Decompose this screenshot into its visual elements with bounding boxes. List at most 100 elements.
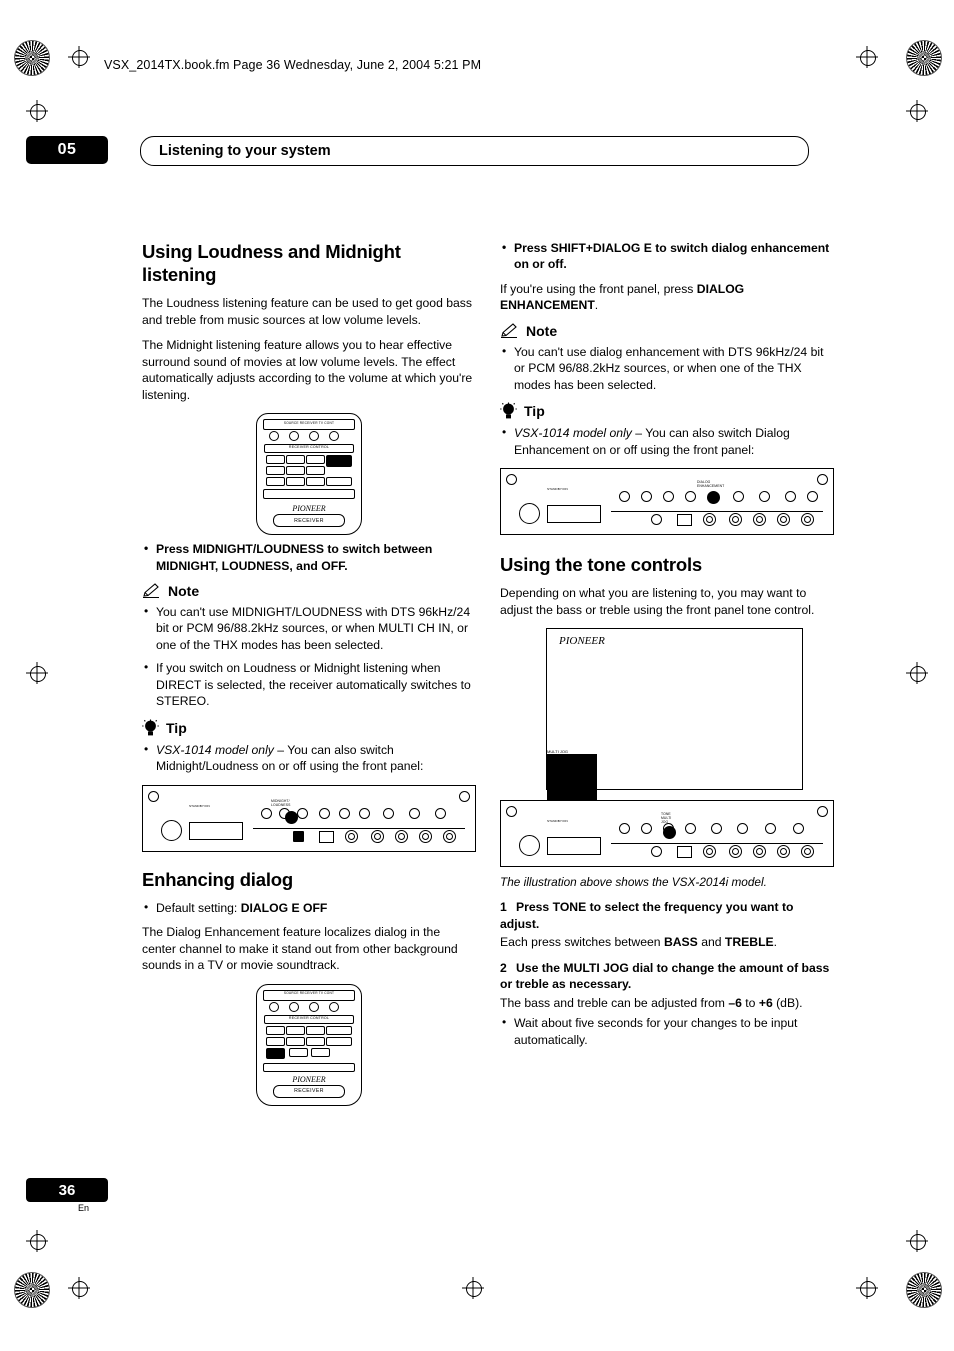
receiver-brand-wordmark: PIONEER bbox=[559, 635, 605, 648]
panel-knob-9 bbox=[435, 807, 446, 819]
receiver-small-knob-upper bbox=[547, 719, 565, 737]
paragraph-tone-controls: Depending on what you are listening to, … bbox=[500, 586, 815, 617]
step-1: 1 Press TONE to select the frequency you … bbox=[500, 899, 834, 932]
panel3-volume-knob bbox=[519, 835, 540, 857]
bullet-press-shift-dialog-e: Press SHIFT+DIALOG E to switch dialog en… bbox=[500, 239, 834, 273]
panel2-label-standby: STANDBY/ON bbox=[547, 487, 568, 492]
panel2-jack-2 bbox=[729, 513, 742, 527]
crop-mark-top-left bbox=[68, 46, 90, 68]
receiver-multi-jog-dial bbox=[547, 754, 597, 805]
remote-key-1 bbox=[266, 455, 285, 465]
pencil-icon bbox=[500, 323, 519, 339]
tip-list-left: VSX-1014 model only – You can also switc… bbox=[142, 741, 476, 775]
tip-label-right: Tip bbox=[524, 403, 545, 420]
remote2-key-8 bbox=[326, 1036, 352, 1046]
panel-knob-7 bbox=[383, 807, 394, 819]
crop-mark-left-upper bbox=[26, 100, 48, 122]
file-header-line: VSX_2014TX.book.fm Page 36 Wednesday, Ju… bbox=[104, 58, 482, 72]
panel-jack-5 bbox=[443, 829, 456, 843]
lightbulb-icon bbox=[500, 402, 517, 420]
crop-mark-left-lower bbox=[26, 1230, 48, 1252]
step-2-text: Use the MULTI JOG dial to change the amo… bbox=[500, 960, 830, 992]
panel2-jack-4 bbox=[777, 513, 790, 527]
receiver-front-illustration: PIONEER MULTI JOG bbox=[546, 628, 803, 805]
front-panel-illustration-midnight: STANDBY/ON MIDNIGHT/LOUDNESS bbox=[142, 784, 476, 852]
chapter-title: Listening to your system bbox=[159, 143, 331, 159]
remote-key-9 bbox=[286, 477, 305, 487]
document-page: VSX_2014TX.book.fm Page 36 Wednesday, Ju… bbox=[0, 0, 954, 1351]
bullet-list-midnight: Press MIDNIGHT/LOUDNESS to switch betwee… bbox=[142, 540, 476, 574]
bullet-press-midnight-loudness: Press MIDNIGHT/LOUDNESS to switch betwee… bbox=[142, 540, 476, 574]
panel2-jack-5 bbox=[801, 513, 814, 527]
remote-button-b bbox=[289, 431, 299, 442]
panel-corner-right bbox=[459, 790, 470, 802]
tip-header-left: Tip bbox=[142, 719, 476, 737]
page-number-badge: 36 bbox=[26, 1178, 108, 1202]
remote-key-8 bbox=[266, 477, 285, 487]
note-header-right: Note bbox=[500, 323, 834, 339]
crop-mark-top-right bbox=[856, 46, 878, 68]
remote-control-illustration-dialog: SOURCE RECEIVER TV CONT RECEIVER CONTROL… bbox=[256, 983, 362, 1106]
step-2-body: The bass and treble can be adjusted from… bbox=[500, 995, 803, 1010]
remote2-key-6 bbox=[286, 1036, 305, 1046]
remote-brand-wordmark: PIONEER bbox=[292, 504, 326, 514]
tip-item-left: VSX-1014 model only – You can also switc… bbox=[142, 741, 476, 775]
panel-port-rect bbox=[319, 830, 334, 843]
panel3-corner-left bbox=[506, 806, 517, 818]
remote-key-3 bbox=[306, 455, 325, 465]
remote-button-a bbox=[269, 431, 279, 442]
panel-knob-4 bbox=[319, 807, 330, 819]
step-2-bullet-item: Wait about five seconds for your changes… bbox=[500, 1014, 834, 1048]
heading-loudness-midnight: Using Loudness and Midnight listening bbox=[142, 241, 401, 286]
step-1-number: 1 bbox=[500, 900, 507, 915]
remote2-key-5 bbox=[266, 1036, 285, 1046]
panel3-knob-7 bbox=[765, 823, 776, 835]
panel2-volume-knob bbox=[519, 503, 540, 525]
pencil-icon bbox=[142, 583, 161, 599]
tip-label-left: Tip bbox=[166, 719, 187, 736]
paragraph-loudness: The Loudness listening feature can be us… bbox=[142, 296, 472, 327]
tip-header-right: Tip bbox=[500, 402, 834, 420]
remote-control-illustration-midnight: SOURCE RECEIVER TV CONT RECEIVER CONTROL… bbox=[256, 413, 362, 536]
panel-button-dark bbox=[293, 830, 304, 842]
step-1-text: Press TONE to select the frequency you w… bbox=[500, 900, 794, 931]
remote2-button-d bbox=[329, 1001, 339, 1012]
lightbulb-icon bbox=[142, 719, 159, 737]
registration-star-top-right bbox=[906, 40, 942, 76]
crop-mark-left-middle bbox=[26, 662, 48, 684]
remote-key-5 bbox=[266, 466, 285, 476]
panel2-knob-6 bbox=[759, 491, 770, 503]
right-column: Press SHIFT+DIALOG E to switch dialog en… bbox=[500, 239, 834, 1056]
panel2-knob-1 bbox=[619, 491, 630, 503]
panel2-knob-7 bbox=[785, 491, 796, 503]
panel2-divider bbox=[611, 511, 823, 513]
crop-mark-bottom-right bbox=[856, 1277, 878, 1299]
default-setting-item: Default setting: DIALOG E OFF bbox=[142, 899, 476, 916]
remote-receiver-tag: RECEIVER bbox=[273, 514, 345, 528]
registration-star-bottom-right bbox=[906, 1272, 942, 1308]
left-column: Using Loudness and Midnight listening Th… bbox=[142, 240, 476, 1112]
panel3-display-window bbox=[547, 837, 601, 856]
panel3-corner-right bbox=[817, 806, 828, 818]
panel-knob-5 bbox=[339, 807, 350, 819]
panel3-label-standby: STANDBY/ON bbox=[547, 819, 568, 824]
note-label-right: Note bbox=[526, 322, 558, 339]
remote2-button-b bbox=[289, 1001, 299, 1012]
step-2-number: 2 bbox=[500, 960, 507, 975]
paragraph-front-panel-dialog: If you're using the front panel, press D… bbox=[500, 281, 745, 313]
remote-top-labels: SOURCE RECEIVER TV CONT bbox=[283, 420, 335, 425]
panel2-display-window bbox=[547, 505, 601, 524]
panel3-button-a bbox=[651, 846, 662, 858]
crop-mark-bottom-left bbox=[68, 1277, 90, 1299]
panel-knob-3 bbox=[297, 807, 308, 819]
panel-knob-1 bbox=[261, 807, 272, 819]
panel3-label-tone: TONE MULTI JOG bbox=[661, 812, 672, 825]
panel2-corner-right bbox=[817, 474, 828, 486]
paragraph-dialog-enhancement: The Dialog Enhancement feature localizes… bbox=[142, 925, 458, 973]
panel-corner-left bbox=[148, 790, 159, 802]
remote2-brand-wordmark: PIONEER bbox=[292, 1074, 326, 1084]
note-item-right-1: You can't use dialog enhancement with DT… bbox=[500, 343, 834, 393]
panel2-jack-3 bbox=[753, 513, 766, 527]
remote2-key-3 bbox=[306, 1025, 325, 1035]
remote-key-midnight-loudness-highlight bbox=[326, 455, 352, 468]
